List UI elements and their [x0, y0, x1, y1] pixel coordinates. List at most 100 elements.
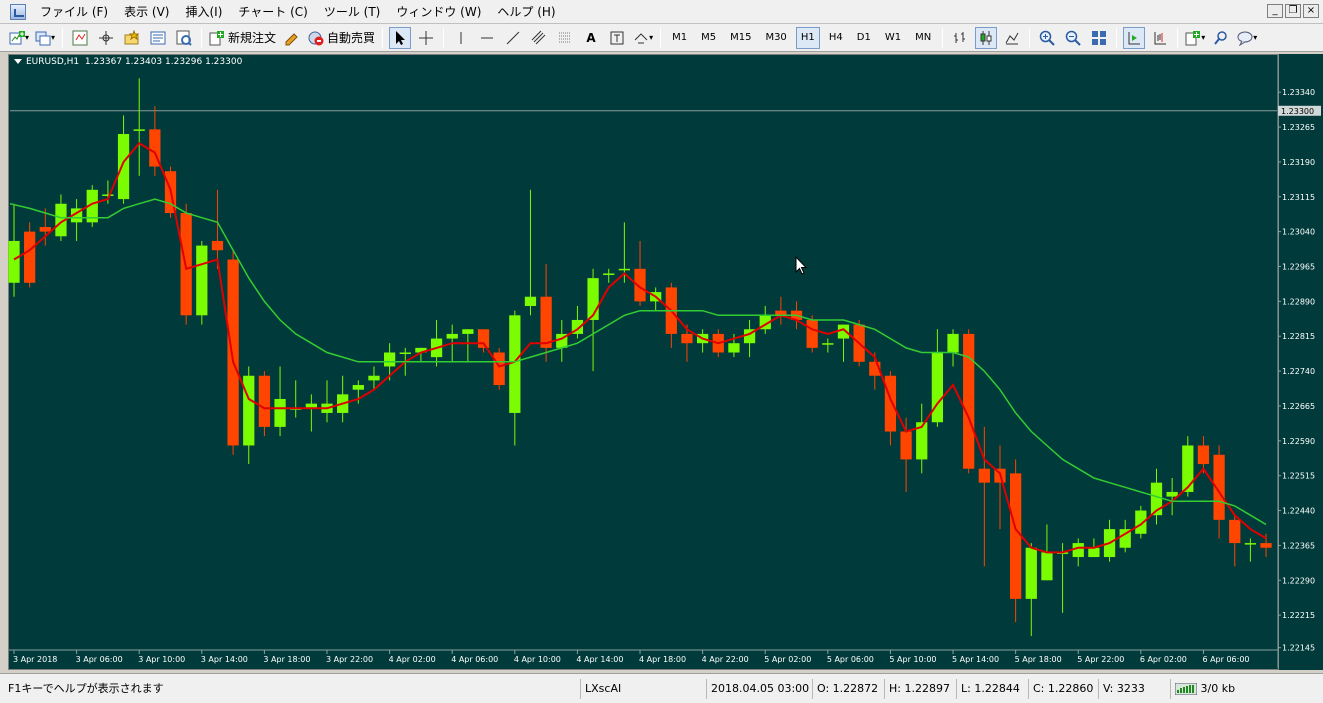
favorites-button[interactable]: [121, 27, 143, 49]
line-chart-icon: [1005, 32, 1019, 44]
menu-file[interactable]: ファイル (F): [32, 0, 116, 24]
equidistant-channel-button[interactable]: [528, 27, 550, 49]
status-close: C: 1.22860: [1028, 679, 1093, 699]
strategy-tester-button[interactable]: [173, 27, 195, 49]
line-chart-button[interactable]: [1001, 27, 1023, 49]
autoscroll-icon: [1128, 31, 1141, 44]
arrows-icon: [634, 32, 648, 43]
timeframe-w1[interactable]: W1: [880, 27, 906, 49]
indicators-button[interactable]: ▾: [1184, 27, 1206, 49]
chart-shift-button[interactable]: [1149, 27, 1171, 49]
menu-bar: ファイル (F) 表示 (V) 挿入(I) チャート (C) ツール (T) ウ…: [0, 0, 1323, 24]
star-folder-icon: [124, 29, 140, 44]
chart-window-icon[interactable]: [10, 3, 26, 20]
candlestick-chart-button[interactable]: [975, 26, 998, 49]
search-button[interactable]: [1210, 27, 1232, 49]
fibonacci-button[interactable]: [554, 27, 576, 49]
toolbar-separator: [1116, 27, 1118, 48]
status-connection[interactable]: 3/0 kb: [1170, 679, 1260, 699]
restore-icon[interactable]: ❐: [1285, 4, 1301, 18]
arrow-cursor-icon: [396, 30, 406, 45]
window-controls: _ ❐ ×: [1267, 4, 1319, 18]
toolbar-separator: [382, 27, 384, 48]
mouse-cursor-icon: [795, 256, 808, 275]
chart-shift-icon: [1154, 31, 1167, 44]
chart-right-strip: [1279, 54, 1323, 670]
market-watch-button[interactable]: [69, 27, 91, 49]
menu-view[interactable]: 表示 (V): [116, 0, 177, 24]
menu-tools[interactable]: ツール (T): [316, 0, 389, 24]
bar-chart-icon: [954, 31, 966, 43]
profiles-icon: [35, 31, 51, 45]
tile-windows-icon: [1092, 30, 1107, 45]
toolbar-separator: [201, 27, 203, 48]
chart-header-triangle-icon: [14, 59, 22, 64]
auto-trading-button[interactable]: 自動売買: [307, 27, 376, 49]
chat-icon: [1237, 31, 1253, 46]
timeframe-m1[interactable]: M1: [667, 27, 692, 49]
timeframe-m5[interactable]: M5: [696, 27, 721, 49]
terminal-window: ファイル (F) 表示 (V) 挿入(I) チャート (C) ツール (T) ウ…: [0, 0, 1323, 703]
new-order-button[interactable]: 新規注文: [208, 27, 277, 49]
indicators-icon: [1185, 30, 1201, 45]
chart-window[interactable]: [8, 54, 1279, 670]
new-order-label: 新規注文: [228, 31, 277, 45]
vertical-line-button[interactable]: [450, 27, 472, 49]
text-label-button[interactable]: [606, 27, 628, 49]
trendline-icon: [506, 31, 520, 44]
connection-bars-icon: [1174, 682, 1198, 696]
zoom-out-button[interactable]: [1062, 27, 1084, 49]
timeframe-h1[interactable]: H1: [795, 26, 820, 49]
toolbar-separator: [1029, 27, 1031, 48]
text-label-icon: [610, 31, 624, 44]
new-chart-button[interactable]: ▾: [8, 27, 30, 49]
candlestick-icon: [980, 30, 992, 45]
timeframe-mn[interactable]: MN: [910, 27, 936, 49]
metaeditor-button[interactable]: [281, 27, 303, 49]
menu-help[interactable]: ヘルプ (H): [489, 0, 563, 24]
arrows-button[interactable]: ▾: [632, 27, 654, 49]
crosshair-tool-button[interactable]: [415, 27, 437, 49]
status-traffic: 3/0 kb: [1200, 682, 1236, 695]
navigator-button[interactable]: [95, 27, 117, 49]
chart-ohlc: 1.23367 1.23403 1.23296 1.23300: [84, 57, 243, 67]
market-watch-icon: [72, 30, 88, 45]
fibonacci-icon: [559, 32, 572, 42]
horizontal-line-button[interactable]: [476, 27, 498, 49]
timeframe-m30[interactable]: M30: [760, 27, 791, 49]
crosshair-icon: [419, 30, 434, 45]
terminal-button[interactable]: [147, 27, 169, 49]
text-tool-icon: A: [586, 30, 596, 45]
chart-header: EURUSD,H1 1.23367 1.23403 1.23296 1.2330…: [14, 57, 242, 67]
search-icon: [1214, 30, 1227, 45]
new-chart-icon: [9, 30, 25, 44]
toolbar-separator: [1177, 27, 1179, 48]
zoom-in-button[interactable]: [1036, 27, 1058, 49]
terminal-icon: [150, 31, 166, 44]
cursor-tool-button[interactable]: [389, 26, 412, 49]
timeframe-m15[interactable]: M15: [725, 27, 756, 49]
tile-windows-button[interactable]: [1088, 27, 1110, 49]
auto-trading-icon: [308, 31, 324, 45]
timeframe-h4[interactable]: H4: [824, 27, 848, 49]
toolbar: ▾ ▾ 新規注文 自動売買 A ▾ M1 M5 M15 M30 H1 H4 D1…: [0, 24, 1323, 52]
toolbar-separator: [660, 27, 662, 48]
minimize-icon[interactable]: _: [1267, 4, 1283, 18]
status-profile[interactable]: LXscAI: [580, 679, 700, 699]
profiles-button[interactable]: ▾: [34, 27, 56, 49]
crosshair-move-icon: [99, 30, 114, 45]
status-help-text: F1キーでヘルプが表示されます: [8, 682, 164, 695]
autoscroll-button[interactable]: [1123, 26, 1146, 49]
chat-button[interactable]: ▾: [1236, 27, 1258, 49]
text-tool-button[interactable]: A: [580, 27, 602, 49]
menu-insert[interactable]: 挿入(I): [177, 0, 230, 24]
trendline-button[interactable]: [502, 27, 524, 49]
auto-trading-label: 自動売買: [327, 31, 376, 45]
menu-window[interactable]: ウィンドウ (W): [388, 0, 489, 24]
menu-chart[interactable]: チャート (C): [230, 0, 315, 24]
bar-chart-button[interactable]: [949, 27, 971, 49]
timeframe-d1[interactable]: D1: [852, 27, 876, 49]
close-icon[interactable]: ×: [1303, 4, 1319, 18]
status-high: H: 1.22897: [884, 679, 950, 699]
equidistant-channel-icon: [531, 30, 546, 44]
